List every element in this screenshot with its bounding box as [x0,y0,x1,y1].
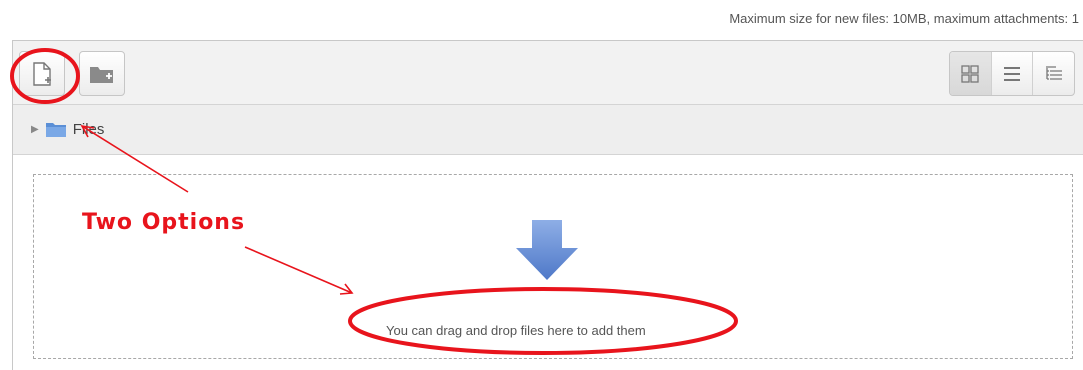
tree-view-icon [1045,65,1062,80]
expand-arrow-icon[interactable]: ▶ [31,124,39,135]
limits-text: Maximum size for new files: 10MB, maximu… [729,11,1079,26]
download-arrow-icon [516,220,578,280]
file-manager-toolbar [13,41,1083,105]
path-folder-label[interactable]: Files [73,121,105,138]
path-bar: ▶ Files [13,105,1083,155]
folder-icon[interactable] [45,121,67,138]
annotation-label: Two Options [82,210,246,235]
drop-zone[interactable]: You can drag and drop files here to add … [33,174,1073,359]
create-folder-button[interactable] [79,51,125,96]
icons-view-icon [961,64,979,83]
view-mode-group [949,51,1075,96]
tree-view-button[interactable] [1033,52,1074,95]
create-folder-icon [90,66,113,83]
file-manager: ▶ Files You can drag and drop files here… [12,40,1083,370]
icons-view-button[interactable] [950,52,992,95]
drop-message: You can drag and drop files here to add … [386,323,646,338]
list-view-icon [1004,66,1020,81]
list-view-button[interactable] [992,52,1034,95]
add-file-icon [33,61,51,86]
add-file-button[interactable] [19,51,65,96]
